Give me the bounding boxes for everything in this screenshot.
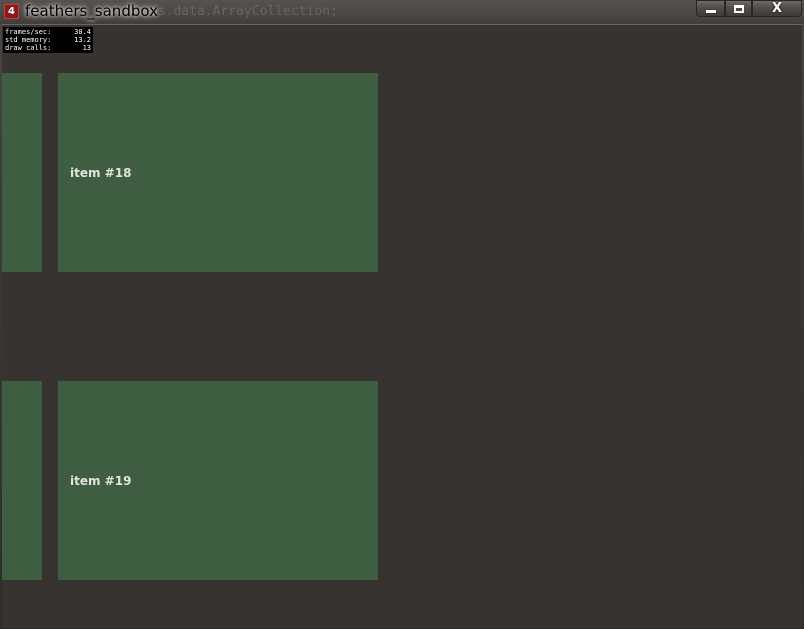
stat-label: draw calls: <box>5 44 52 52</box>
title-bar[interactable]: rs.data.ArrayCollection; 4 feathers_sand… <box>0 0 804 24</box>
list-item-18[interactable]: item #18 <box>58 73 378 272</box>
minimize-button[interactable] <box>696 0 725 17</box>
stat-row-memory: std memory: 13.2 <box>5 36 91 44</box>
close-button[interactable]: X <box>752 0 802 17</box>
stat-value: 30.4 <box>74 28 91 36</box>
maximize-icon <box>733 4 744 13</box>
window-title: feathers_sandbox <box>25 2 158 20</box>
list-item-partial[interactable] <box>2 381 42 580</box>
background-ghost-text: rs.data.ArrayCollection; <box>150 4 338 19</box>
app-window: rs.data.ArrayCollection; 4 feathers_sand… <box>0 0 804 629</box>
stat-label: std memory: <box>5 36 52 44</box>
item-label: item #19 <box>70 473 132 488</box>
minimize-icon <box>705 9 716 13</box>
stats-overlay: frames/sec: 30.4 std memory: 13.2 draw c… <box>3 27 93 53</box>
item-label: item #18 <box>70 165 132 180</box>
stat-value: 13 <box>82 44 91 52</box>
flash-app-icon[interactable]: 4 <box>4 4 19 19</box>
list-item-19[interactable]: item #19 <box>58 381 378 580</box>
stat-value: 13.2 <box>74 36 91 44</box>
maximize-button[interactable] <box>725 0 752 17</box>
list-item-partial[interactable] <box>2 73 42 272</box>
close-icon: X <box>771 1 783 16</box>
stat-row-draw-calls: draw calls: 13 <box>5 44 91 52</box>
app-content: frames/sec: 30.4 std memory: 13.2 draw c… <box>2 24 802 628</box>
stat-row-fps: frames/sec: 30.4 <box>5 28 91 36</box>
stat-label: frames/sec: <box>5 28 52 36</box>
window-controls: X <box>696 0 802 17</box>
